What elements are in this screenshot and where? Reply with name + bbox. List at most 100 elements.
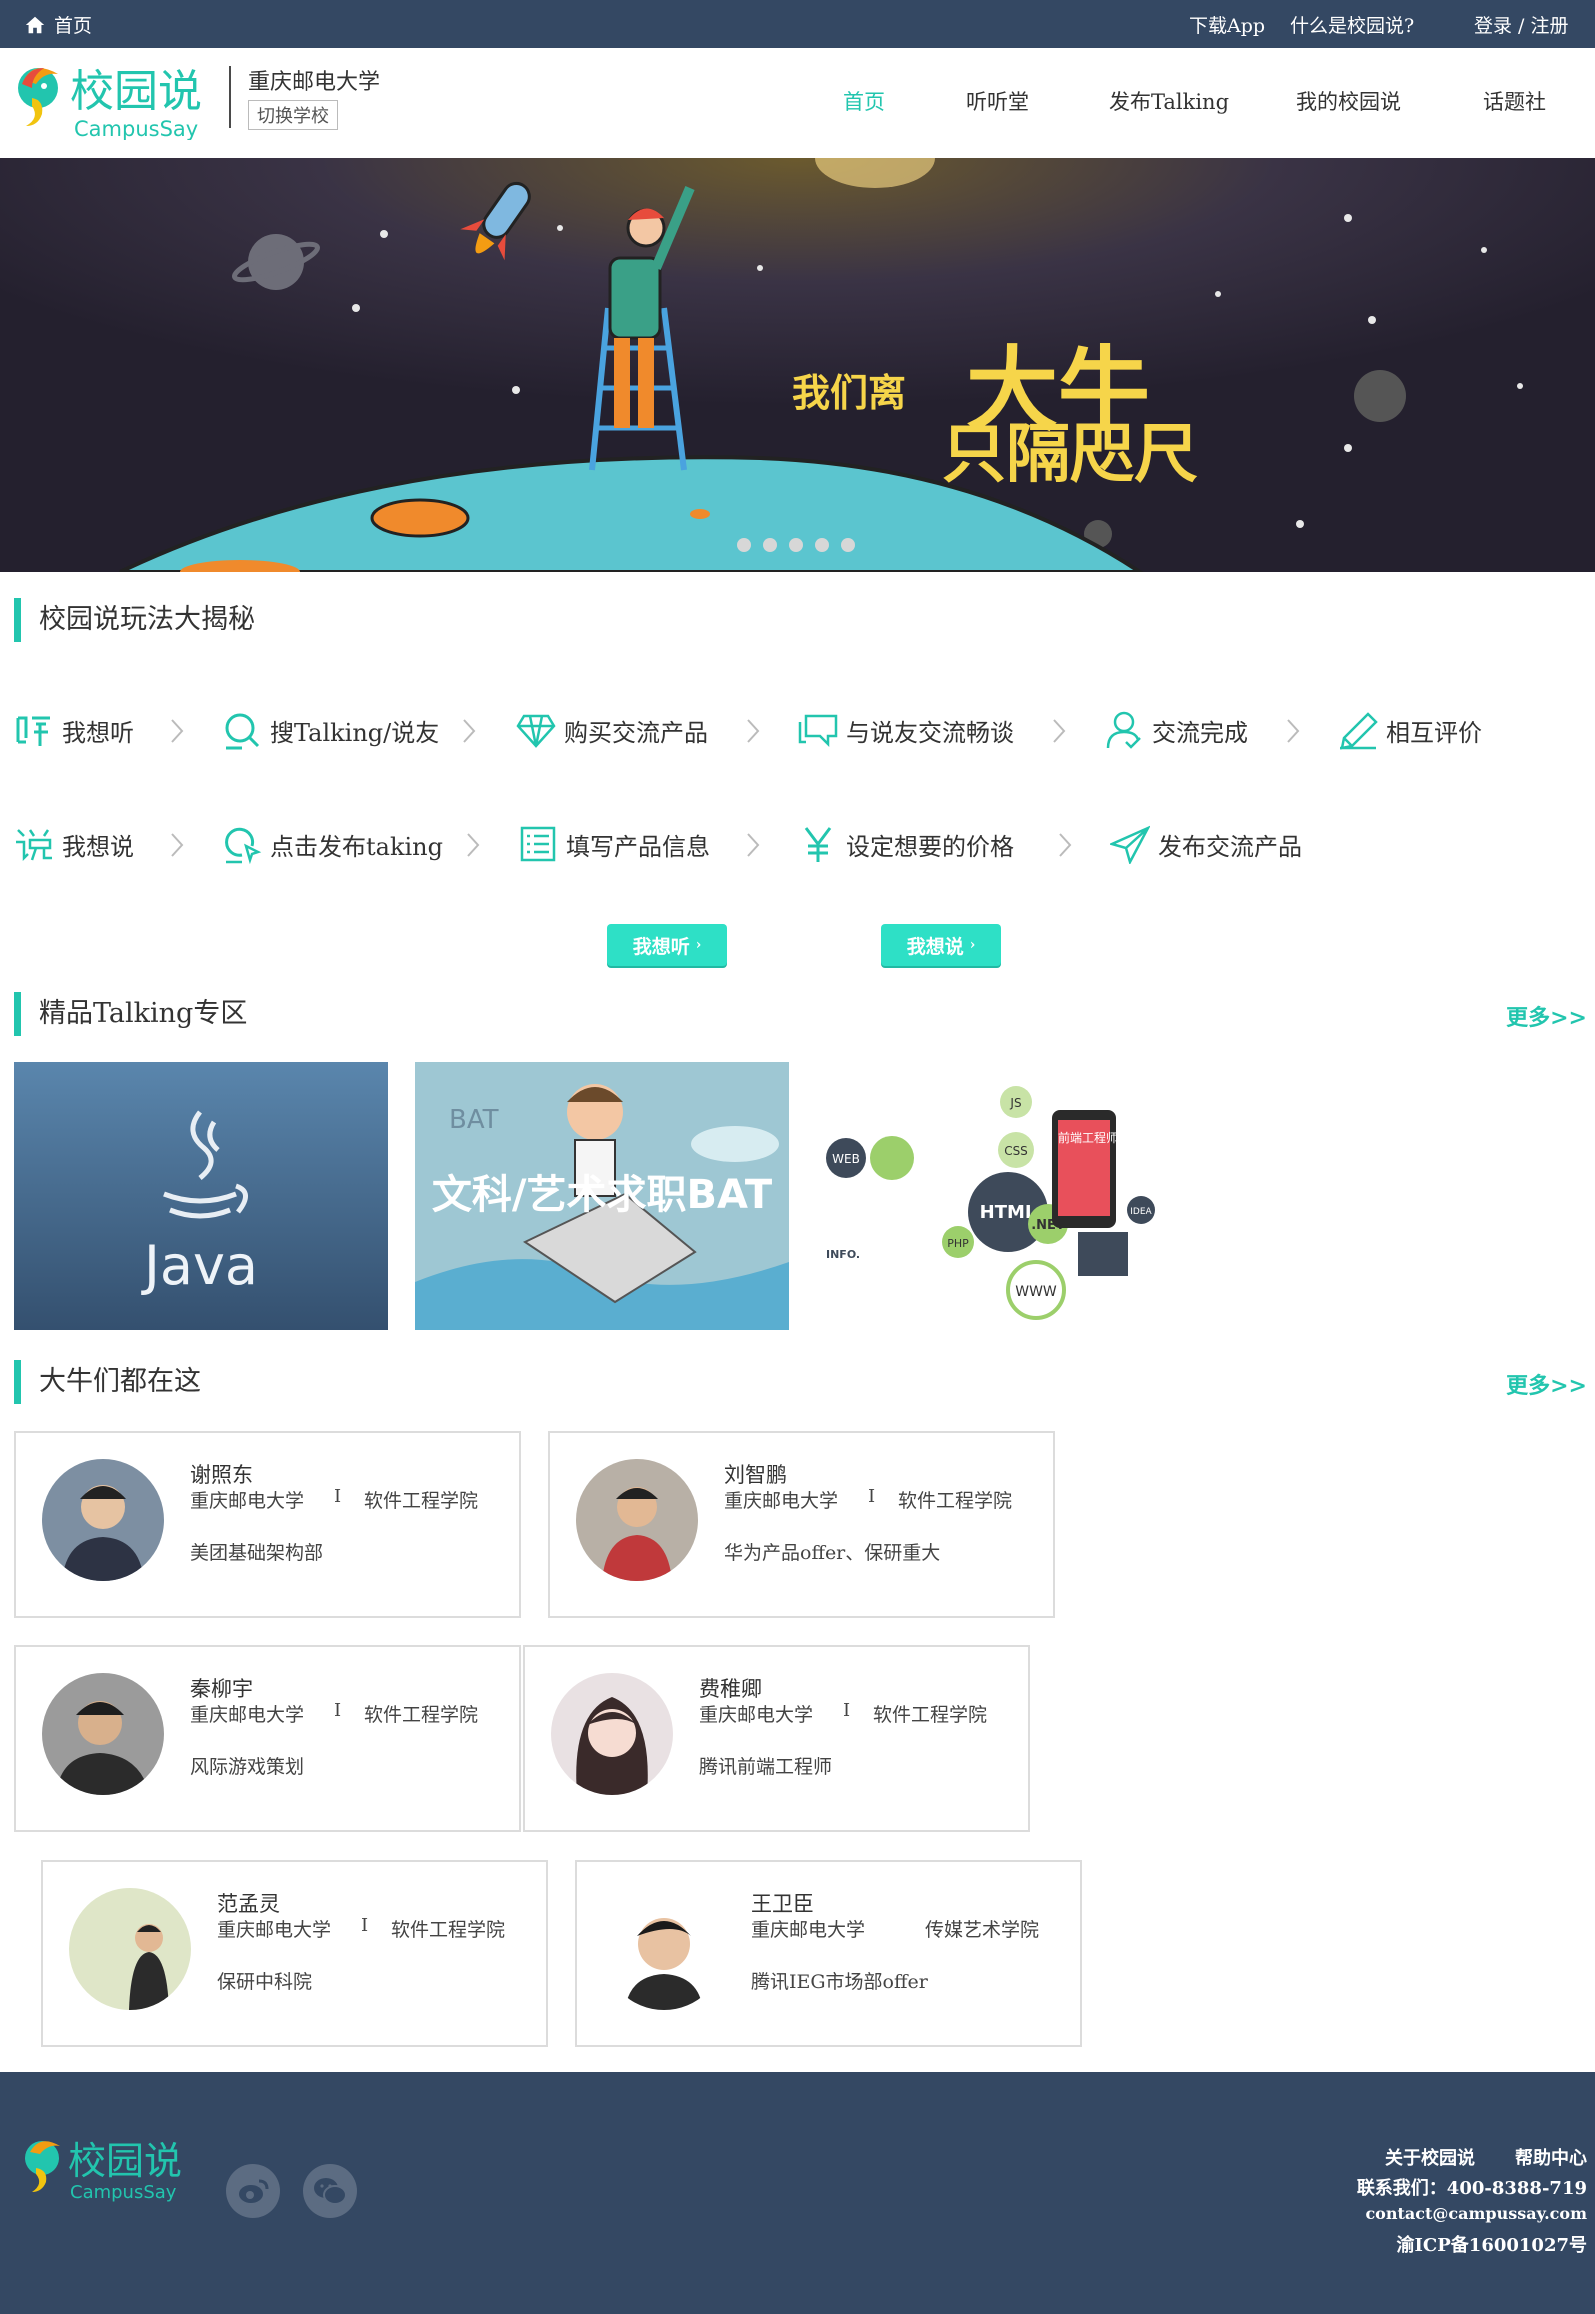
home-icon [25, 16, 45, 33]
chevron-right-icon [467, 833, 480, 857]
step-label: 发布交流产品 [1158, 832, 1302, 861]
step-want-listen: 我想听 [14, 710, 134, 750]
expert-card[interactable]: 秦柳宇 重庆邮电大学 I 软件工程学院 风际游戏策划 [14, 1645, 521, 1832]
nav-home[interactable]: 首页 [843, 86, 885, 116]
svg-text:CSS: CSS [1004, 1144, 1028, 1158]
expert-card[interactable]: 范孟灵 重庆邮电大学 I 软件工程学院 保研中科院 [41, 1860, 548, 2047]
step-click-publish: 点击发布taking [222, 824, 443, 864]
weibo-button[interactable] [226, 2164, 280, 2218]
experts-section-title: 大牛们都在这 [14, 1360, 201, 1404]
step-evaluate: 相互评价 [1338, 710, 1482, 750]
avatar [603, 1888, 725, 2010]
expert-college: 软件工程学院 [364, 1704, 479, 1726]
wechat-button[interactable] [303, 2164, 357, 2218]
expert-university: 重庆邮电大学 [190, 1704, 305, 1726]
banner-dot-1[interactable] [737, 538, 751, 552]
nav-topic-club[interactable]: 话题社 [1483, 86, 1546, 116]
chat-icon [798, 714, 838, 748]
step-search-talking: 搜Talking/说友 [222, 710, 439, 750]
experts-more-link[interactable]: 更多>> [1506, 1368, 1587, 1400]
expert-name: 范孟灵 [217, 1892, 280, 1916]
expert-name: 王卫臣 [751, 1892, 814, 1916]
step-label: 交流完成 [1152, 718, 1248, 747]
banner-dot-5[interactable] [841, 538, 855, 552]
expert-card[interactable]: 谢照东 重庆邮电大学 I 软件工程学院 美团基础架构部 [14, 1431, 521, 1618]
talking-card-java[interactable]: Java [14, 1062, 388, 1330]
expert-name: 谢照东 [190, 1463, 253, 1487]
top-bar: 首页 下载App 什么是校园说? 登录 / 注册 [0, 0, 1595, 48]
step-fill-info: 填写产品信息 [518, 824, 710, 864]
login-register-link[interactable]: 登录 / 注册 [1474, 11, 1568, 38]
site-footer: 校园说 CampusSay 关于校园说 帮助中心 联系我们：400-8388-7… [0, 2072, 1595, 2314]
expert-desc: 腾讯IEG市场部offer [751, 1971, 928, 1993]
expert-desc: 美团基础架构部 [190, 1542, 324, 1564]
svg-text:WEB: WEB [832, 1152, 860, 1166]
nav-my-campussay[interactable]: 我的校园说 [1296, 86, 1401, 116]
chevron-right-icon [747, 833, 760, 857]
home-link[interactable]: 首页 [24, 11, 92, 38]
step-label: 点击发布taking [270, 832, 443, 861]
step-label: 我想听 [62, 718, 134, 747]
avatar [551, 1673, 673, 1795]
step-chat: 与说友交流畅谈 [798, 710, 1014, 750]
step-complete: 交流完成 [1104, 710, 1248, 750]
banner-dot-3[interactable] [789, 538, 803, 552]
expert-card[interactable]: 刘智鹏 重庆邮电大学 I 软件工程学院 华为产品offer、保研重大 [548, 1431, 1055, 1618]
hero-banner[interactable]: 我们离 大牛 只隔咫尺 [0, 158, 1595, 572]
step-label: 购买交流产品 [564, 718, 708, 747]
talking-card-bat[interactable]: BAT 文科/艺术求职BAT [415, 1062, 789, 1330]
step-label: 与说友交流畅谈 [846, 718, 1014, 747]
download-app-link[interactable]: 下载App [1189, 11, 1265, 38]
want-say-button[interactable]: 我想说 › [881, 924, 1001, 966]
footer-help-link[interactable]: 帮助中心 [1515, 2144, 1587, 2170]
banner-dot-2[interactable] [763, 538, 777, 552]
talking-section-title: 精品Talking专区 [14, 992, 247, 1036]
footer-about-link[interactable]: 关于校园说 [1385, 2144, 1475, 2170]
expert-college: 软件工程学院 [364, 1490, 479, 1512]
expert-name: 刘智鹏 [724, 1463, 787, 1487]
wechat-icon [314, 2178, 347, 2205]
chevron-right-icon [1053, 719, 1066, 743]
svg-text:校园说: 校园说 [68, 2139, 182, 2183]
step-label: 设定想要的价格 [846, 832, 1014, 861]
expert-name: 秦柳宇 [190, 1677, 253, 1701]
switch-school-button[interactable]: 切换学校 [248, 100, 338, 130]
chevron-right-icon [1287, 719, 1300, 743]
footer-icp: 渝ICP备16001027号 [1396, 2235, 1587, 2256]
footer-email[interactable]: contact@campussay.com [1365, 2204, 1587, 2223]
chevron-right-icon [171, 719, 184, 743]
step-set-price: 设定想要的价格 [798, 824, 1014, 864]
banner-dot-4[interactable] [815, 538, 829, 552]
avatar [576, 1459, 698, 1581]
svg-text:我们离: 我们离 [792, 371, 906, 415]
list-icon [520, 826, 556, 862]
nav-listen-hall[interactable]: 听听堂 [966, 86, 1029, 116]
avatar [42, 1459, 164, 1581]
expert-separator: I [843, 1700, 851, 1721]
footer-logo[interactable]: 校园说 CampusSay [22, 2132, 192, 2203]
expert-separator: I [361, 1915, 369, 1936]
nav-publish-talking[interactable]: 发布Talking [1109, 86, 1229, 116]
expert-university: 重庆邮电大学 [217, 1919, 332, 1941]
talking-more-link[interactable]: 更多>> [1506, 1000, 1587, 1032]
svg-text:HTML: HTML [980, 1202, 1037, 1223]
expert-desc: 华为产品offer、保研重大 [724, 1542, 941, 1564]
expert-university: 重庆邮电大学 [724, 1490, 839, 1512]
expert-separator: I [334, 1700, 342, 1721]
talking-card-frontend[interactable]: WEB HTML JS CSS .NET PHP WWW IDEA INFO. … [816, 1062, 1190, 1330]
want-listen-button-label: 我想听 [632, 935, 690, 958]
want-listen-button[interactable]: 我想听 › [607, 924, 727, 966]
step-buy-product: 购买交流产品 [516, 710, 708, 750]
expert-university: 重庆邮电大学 [190, 1490, 305, 1512]
what-is-campussay-link[interactable]: 什么是校园说? [1290, 11, 1414, 38]
campussay-logo[interactable]: 校园说 CampusSay [14, 60, 214, 141]
footer-contact: 联系我们：400-8388-719 [1356, 2178, 1587, 2199]
search-icon [225, 713, 260, 750]
banner-pagination [737, 538, 855, 552]
expert-card[interactable]: 费稚卿 重庆邮电大学 I 软件工程学院 腾讯前端工程师 [523, 1645, 1030, 1832]
site-header: 校园说 CampusSay 重庆邮电大学 切换学校 首页 听听堂 发布Talki… [0, 48, 1595, 158]
weibo-icon [239, 2179, 269, 2203]
svg-text:CampusSay: CampusSay [74, 117, 198, 140]
expert-card[interactable]: 王卫臣 重庆邮电大学 传媒艺术学院 腾讯IEG市场部offer [575, 1860, 1082, 2047]
svg-text:JS: JS [1009, 1096, 1021, 1110]
